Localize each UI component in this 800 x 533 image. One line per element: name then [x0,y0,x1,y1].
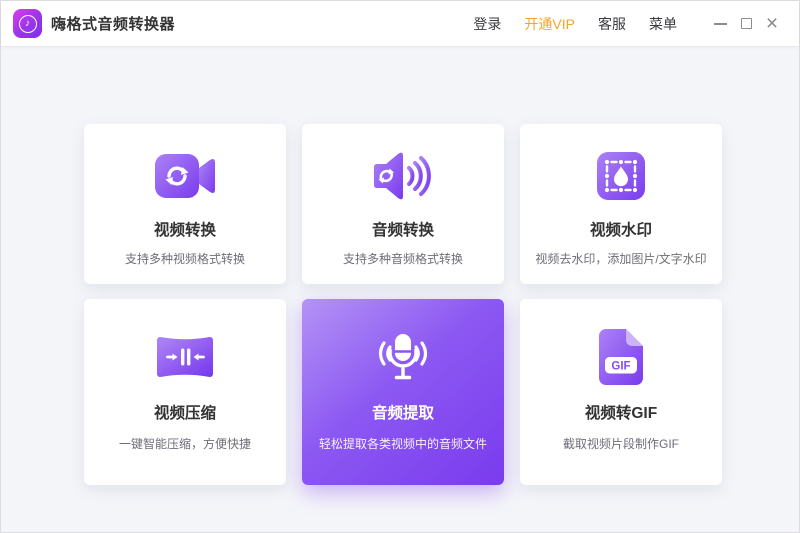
app-window: ♪ 嗨格式音频转换器 登录 开通VIP 客服 菜单 × [0,0,800,533]
card-title: 视频转换 [154,218,216,240]
card-audio-convert[interactable]: 音频转换 支持多种音频格式转换 [302,124,504,284]
card-title: 视频水印 [590,218,652,240]
feature-grid: 视频转换 支持多种视频格式转换 音频 [84,124,722,485]
card-subtitle: 轻松提取各类视频中的音频文件 [313,435,493,452]
card-title: 音频提取 [372,401,434,423]
card-title: 音频转换 [372,218,434,240]
card-title: 视频转GIF [585,401,657,423]
login-link[interactable]: 登录 [473,14,501,34]
gif-label: GIF [611,361,630,373]
card-video-convert[interactable]: 视频转换 支持多种视频格式转换 [84,124,286,284]
app-logo-icon: ♪ [13,9,42,38]
video-compress-icon [155,326,215,388]
app-title: 嗨格式音频转换器 [51,13,175,34]
card-subtitle: 截取视频片段制作GIF [557,435,685,452]
video-to-gif-icon: GIF [597,326,645,388]
menu-link[interactable]: 菜单 [649,14,677,34]
card-subtitle: 支持多种视频格式转换 [119,250,251,267]
title-bar: ♪ 嗨格式音频转换器 登录 开通VIP 客服 菜单 × [1,1,799,47]
maximize-button[interactable] [733,11,759,37]
vip-link[interactable]: 开通VIP [524,14,575,34]
music-note-icon: ♪ [19,15,37,33]
card-video-to-gif[interactable]: GIF 视频转GIF 截取视频片段制作GIF [520,299,722,485]
video-watermark-icon [596,147,646,205]
card-video-watermark[interactable]: 视频水印 视频去水印，添加图片/文字水印 [520,124,722,284]
close-button[interactable]: × [759,11,785,37]
maximize-icon [741,18,752,29]
audio-extract-icon [371,326,435,388]
card-subtitle: 一键智能压缩，方便快捷 [113,435,257,452]
card-subtitle: 视频去水印，添加图片/文字水印 [529,250,712,267]
card-audio-extract[interactable]: 音频提取 轻松提取各类视频中的音频文件 [302,299,504,485]
close-icon: × [766,13,778,34]
titlebar-right: 登录 开通VIP 客服 菜单 × [450,11,785,37]
main-area: 视频转换 支持多种视频格式转换 音频 [1,47,799,532]
card-video-compress[interactable]: 视频压缩 一键智能压缩，方便快捷 [84,299,286,485]
minimize-icon [714,23,727,25]
video-convert-icon [154,147,216,205]
support-link[interactable]: 客服 [598,14,626,34]
audio-convert-icon [371,147,435,205]
minimize-button[interactable] [707,11,733,37]
card-subtitle: 支持多种音频格式转换 [337,250,469,267]
window-controls: × [707,11,785,37]
card-title: 视频压缩 [154,401,216,423]
